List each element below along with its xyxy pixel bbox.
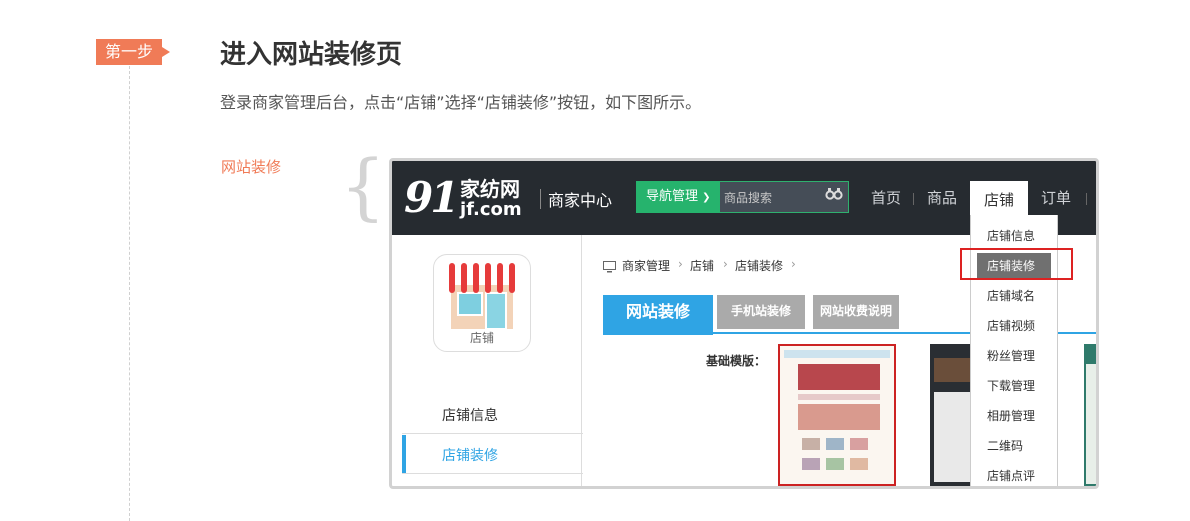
- sidebar-divider-line: [402, 473, 583, 474]
- tab-website-decoration[interactable]: 网站装修: [603, 295, 713, 335]
- logo-divider: [540, 189, 541, 209]
- step-title: 进入网站装修页: [220, 40, 403, 70]
- template-thumbnail-selected[interactable]: [778, 344, 896, 486]
- breadcrumb-store-decoration[interactable]: 店铺装修: [735, 257, 783, 274]
- chevron-right-icon: ›: [678, 257, 683, 271]
- template-thumbnail[interactable]: [930, 344, 970, 486]
- search-input[interactable]: [724, 188, 820, 208]
- sidebar-active-indicator: [402, 435, 406, 473]
- dropdown-item-reviews[interactable]: 店铺点评: [987, 467, 1035, 484]
- nav-manage-button[interactable]: 导航管理 ❯: [636, 181, 720, 213]
- breadcrumb-store[interactable]: 店铺: [690, 257, 714, 274]
- sidebar-divider: [581, 235, 582, 486]
- screenshot-frame: 91 家纺网 jf.com 商家中心 导航管理 ❯ 首页 商品 店铺 订单: [389, 158, 1099, 489]
- dropdown-item-downloads[interactable]: 下载管理: [987, 377, 1035, 394]
- dropdown-item-qrcode[interactable]: 二维码: [987, 437, 1023, 454]
- menu-item-home[interactable]: 首页: [871, 187, 901, 208]
- step-badge: 第一步: [96, 39, 170, 65]
- breadcrumb-merchant-manage[interactable]: 商家管理: [622, 257, 670, 274]
- chevron-down-icon: ❯: [702, 192, 711, 203]
- menu-divider: [1086, 193, 1087, 205]
- sidebar-divider-line: [402, 433, 583, 434]
- timeline-dashed-line: [129, 66, 130, 521]
- menu-item-goods[interactable]: 商品: [927, 187, 957, 208]
- dropdown-item-store-video[interactable]: 店铺视频: [987, 317, 1035, 334]
- merchant-center-title: 商家中心: [548, 191, 613, 210]
- brace-decoration: {: [340, 144, 386, 228]
- logo-number[interactable]: 91: [404, 171, 459, 225]
- chevron-right-icon: ›: [723, 257, 728, 271]
- dropdown-item-store-domain[interactable]: 店铺域名: [987, 287, 1035, 304]
- highlight-box: [960, 248, 1073, 280]
- nav-manage-label: 导航管理: [646, 189, 699, 204]
- step-description: 登录商家管理后台，点击“店铺”选择“店铺装修”按钮，如下图所示。: [220, 93, 702, 112]
- section-label: 网站装修: [221, 158, 282, 176]
- binoculars-icon[interactable]: [825, 187, 843, 205]
- dropdown-item-store-info[interactable]: 店铺信息: [987, 227, 1035, 244]
- menu-item-orders[interactable]: 订单: [1041, 187, 1071, 208]
- sidebar-item-store-info[interactable]: 店铺信息: [442, 405, 498, 425]
- dropdown-item-albums[interactable]: 相册管理: [987, 407, 1035, 424]
- store-icon-label: 店铺: [469, 331, 494, 345]
- search-box: [720, 181, 849, 213]
- template-label: 基础模版：: [706, 354, 767, 368]
- monitor-icon: [603, 258, 616, 277]
- dropdown-item-fans[interactable]: 粉丝管理: [987, 347, 1035, 364]
- logo-chinese[interactable]: 家纺网: [460, 178, 520, 200]
- chevron-right-icon: ›: [791, 257, 796, 271]
- sidebar-item-store-decoration[interactable]: 店铺装修: [442, 445, 498, 465]
- menu-divider: [913, 193, 914, 205]
- tab-website-fees[interactable]: 网站收费说明: [813, 295, 899, 329]
- logo-domain[interactable]: jf.com: [460, 200, 522, 220]
- template-thumbnail[interactable]: [1084, 344, 1096, 486]
- tab-mobile-decoration[interactable]: 手机站装修: [717, 295, 805, 329]
